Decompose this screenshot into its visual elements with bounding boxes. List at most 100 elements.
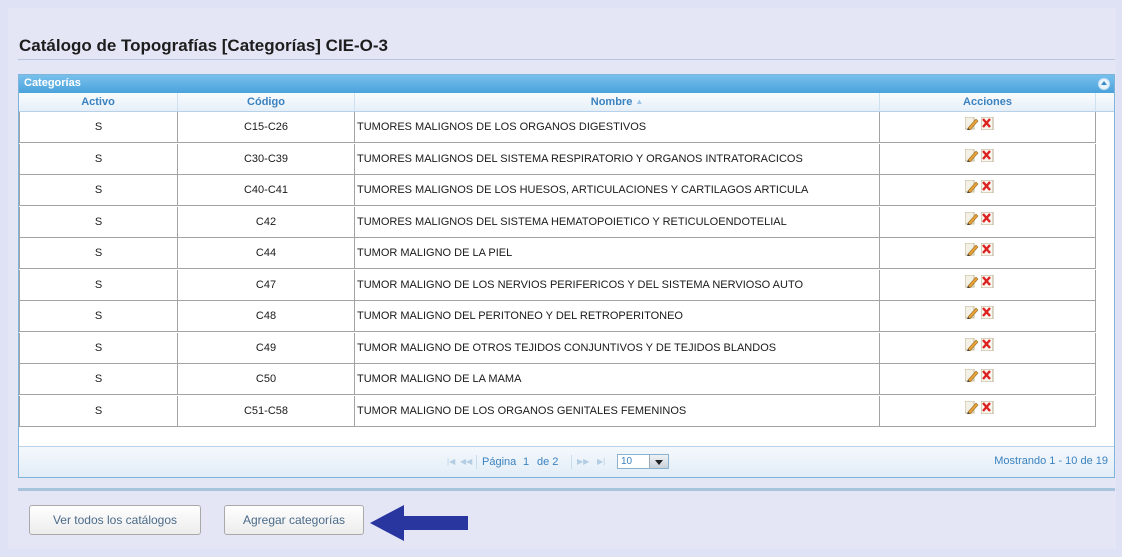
delete-icon[interactable]: [980, 400, 995, 414]
cell-acciones: [880, 238, 1096, 269]
cell-acciones: [880, 395, 1096, 427]
cell-codigo: C48: [178, 301, 355, 332]
edit-pencil-icon[interactable]: [964, 274, 979, 288]
cell-codigo: C44: [178, 238, 355, 269]
collapse-icon[interactable]: [1098, 78, 1110, 90]
view-all-catalogs-button[interactable]: Ver todos los catálogos: [29, 505, 201, 535]
delete-icon[interactable]: [980, 211, 995, 225]
cell-acciones: [880, 112, 1096, 143]
page-size-select[interactable]: 10: [617, 454, 669, 469]
column-header-activo[interactable]: Activo: [19, 93, 178, 111]
edit-pencil-icon[interactable]: [964, 180, 979, 193]
chevron-down-icon[interactable]: [649, 455, 668, 468]
cell-nombre: TUMOR MALIGNO DE LOS ORGANOS GENITALES F…: [355, 395, 880, 427]
cell-acciones: [880, 143, 1096, 175]
table-row[interactable]: S C15-C26 TUMORES MALIGNOS DE LOS ORGANOS …: [19, 112, 1096, 143]
cell-acciones: [880, 301, 1096, 332]
edit-pencil-icon[interactable]: [964, 243, 979, 256]
table-row[interactable]: S C51-C58 TUMOR MALIGNO DE LOS ORGANOS GEN…: [19, 395, 1096, 427]
cell-nombre: TUMORES MALIGNOS DEL SISTEMA HEMATOPOIET…: [355, 206, 880, 238]
bottom-divider: [18, 488, 1115, 491]
sort-icon[interactable]: ▲: [635, 93, 643, 111]
cell-acciones: [880, 332, 1096, 364]
cell-activo: S: [19, 143, 178, 175]
page-number-input[interactable]: 1: [519, 455, 533, 469]
column-header-nombre[interactable]: Nombre ▲: [355, 93, 880, 111]
delete-icon[interactable]: [980, 369, 995, 382]
cell-codigo: C40-C41: [178, 175, 355, 206]
cell-codigo: C15-C26: [178, 112, 355, 143]
cell-nombre: TUMOR MALIGNO DE LOS NERVIOS PERIFERICOS…: [355, 269, 880, 301]
cell-activo: S: [19, 206, 178, 238]
page-title: Catálogo de Topografías [Categorías] CIE…: [19, 36, 389, 55]
page-size-value: 10: [621, 456, 633, 467]
column-header-codigo[interactable]: Código: [178, 93, 355, 111]
table-row[interactable]: S C48 TUMOR MALIGNO DEL PERITONEO Y DEL RE…: [19, 301, 1096, 332]
edit-pencil-icon[interactable]: [964, 148, 979, 162]
table-row[interactable]: S C49 TUMOR MALIGNO DE OTROS TEJIDOS CONJU…: [19, 332, 1096, 364]
table-row[interactable]: S C50 TUMOR MALIGNO DE LA MAMA: [19, 364, 1096, 395]
delete-icon[interactable]: [980, 117, 995, 130]
cell-activo: S: [19, 332, 178, 364]
table-row[interactable]: S C40-C41 TUMORES MALIGNOS DE LOS HUESOS, …: [19, 175, 1096, 206]
cell-activo: S: [19, 364, 178, 395]
cell-acciones: [880, 269, 1096, 301]
column-header-acciones: Acciones: [880, 93, 1096, 111]
grid-caption-label: Categorías: [24, 77, 81, 89]
records-info: Mostrando 1 - 10 de 19: [994, 455, 1108, 467]
cell-activo: S: [19, 175, 178, 206]
grid-caption: Categorías: [19, 75, 1114, 93]
grid-header: Activo Código Nombre ▲ Acciones: [19, 93, 1114, 112]
page-total: de 2: [537, 456, 559, 468]
edit-pencil-icon[interactable]: [964, 211, 979, 225]
table-row[interactable]: S C30-C39 TUMORES MALIGNOS DEL SISTEMA RES…: [19, 143, 1096, 175]
prev-page-icon[interactable]: ◀◀: [460, 457, 472, 466]
page-label: Página: [482, 456, 517, 468]
arrow-left-icon: [370, 505, 468, 541]
edit-pencil-icon[interactable]: [964, 306, 979, 319]
cell-activo: S: [19, 301, 178, 332]
cell-activo: S: [19, 112, 178, 143]
delete-icon[interactable]: [980, 243, 995, 256]
cell-nombre: TUMOR MALIGNO DEL PERITONEO Y DEL RETROP…: [355, 301, 880, 332]
cell-codigo: C50: [178, 364, 355, 395]
last-page-icon[interactable]: ▶|: [597, 457, 605, 466]
cell-nombre: TUMORES MALIGNOS DE LOS ORGANOS DIGESTIV…: [355, 112, 880, 143]
column-header-nombre-label: Nombre: [590, 96, 633, 108]
table-row[interactable]: S C42 TUMORES MALIGNOS DEL SISTEMA HEMATOP…: [19, 206, 1096, 238]
cell-codigo: C49: [178, 332, 355, 364]
categories-grid: Categorías Activo Código Nombre ▲ Accione…: [18, 74, 1115, 478]
cell-codigo: C51-C58: [178, 395, 355, 427]
edit-pencil-icon[interactable]: [964, 400, 979, 414]
delete-icon[interactable]: [980, 274, 995, 288]
cell-nombre: TUMORES MALIGNOS DEL SISTEMA RESPIRATORI…: [355, 143, 880, 175]
delete-icon[interactable]: [980, 148, 995, 162]
cell-codigo: C30-C39: [178, 143, 355, 175]
title-divider: [18, 59, 1115, 60]
first-page-icon[interactable]: |◀: [447, 457, 455, 466]
cell-acciones: [880, 364, 1096, 395]
pager-divider: [571, 455, 572, 469]
table-row[interactable]: S C47 TUMOR MALIGNO DE LOS NERVIOS PERIFER…: [19, 269, 1096, 301]
add-categories-button[interactable]: Agregar categorías: [224, 505, 364, 535]
edit-pencil-icon[interactable]: [964, 337, 979, 351]
cell-activo: S: [19, 395, 178, 427]
delete-icon[interactable]: [980, 306, 995, 319]
pager-divider: [476, 455, 477, 469]
table-row[interactable]: S C44 TUMOR MALIGNO DE LA PIEL: [19, 238, 1096, 269]
cell-nombre: TUMOR MALIGNO DE LA MAMA: [355, 364, 880, 395]
cell-activo: S: [19, 238, 178, 269]
cell-acciones: [880, 206, 1096, 238]
cell-nombre: TUMOR MALIGNO DE LA PIEL: [355, 238, 880, 269]
cell-codigo: C47: [178, 269, 355, 301]
cell-codigo: C42: [178, 206, 355, 238]
cell-nombre: TUMORES MALIGNOS DE LOS HUESOS, ARTICULA…: [355, 175, 880, 206]
cell-nombre: TUMOR MALIGNO DE OTROS TEJIDOS CONJUNTIV…: [355, 332, 880, 364]
edit-pencil-icon[interactable]: [964, 117, 979, 130]
delete-icon[interactable]: [980, 180, 995, 193]
cell-acciones: [880, 175, 1096, 206]
edit-pencil-icon[interactable]: [964, 369, 979, 382]
delete-icon[interactable]: [980, 337, 995, 351]
cell-activo: S: [19, 269, 178, 301]
next-page-icon[interactable]: ▶▶: [577, 457, 589, 466]
